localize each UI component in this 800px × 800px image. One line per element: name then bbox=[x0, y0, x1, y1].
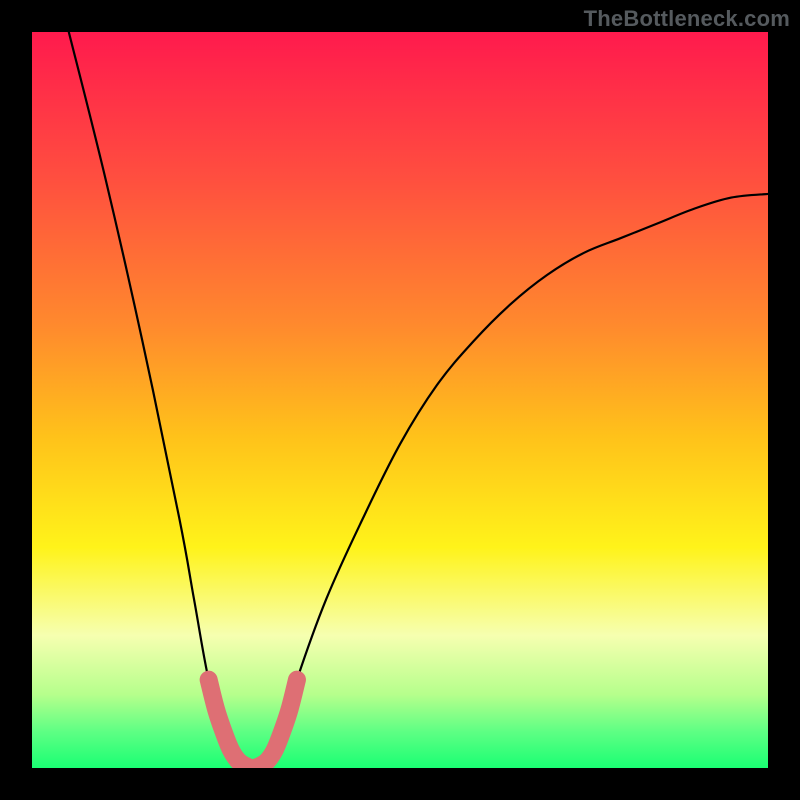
watermark-text: TheBottleneck.com bbox=[584, 6, 790, 32]
curve-layer bbox=[32, 32, 768, 768]
bottleneck-highlight bbox=[209, 680, 297, 768]
plot-area bbox=[32, 32, 768, 768]
chart-frame: TheBottleneck.com bbox=[0, 0, 800, 800]
bottleneck-curve bbox=[69, 32, 768, 768]
